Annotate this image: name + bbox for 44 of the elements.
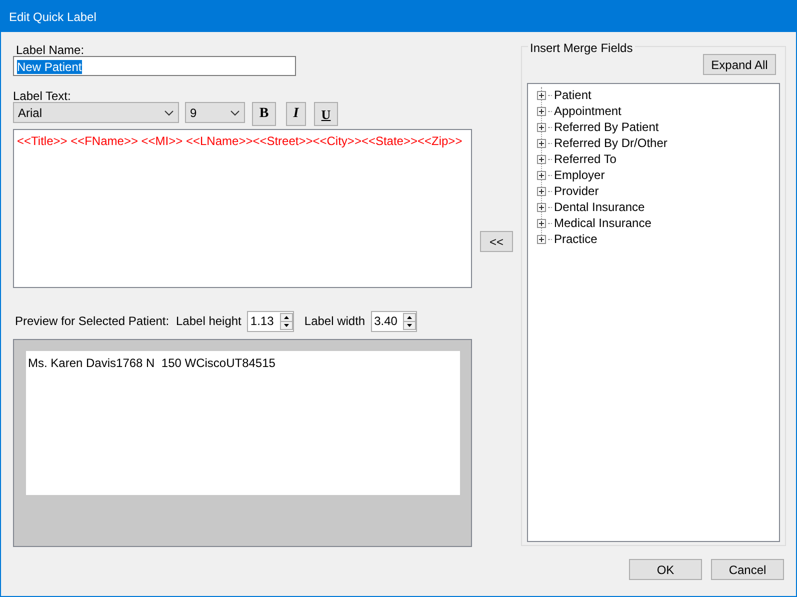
- window-title: Edit Quick Label: [9, 8, 96, 26]
- spin-arrows-icon: [280, 312, 294, 330]
- tree-item[interactable]: Referred By Patient: [554, 118, 659, 136]
- field-label: Label Text:: [13, 88, 72, 102]
- label-text-area[interactable]: <<Title>> <<FName>> <<MI>> <<LName>><<Street>><<City>><<State>><<Zip>>: [13, 129, 472, 288]
- label-name-field[interactable]: New Patient: [13, 56, 296, 76]
- tree-item[interactable]: Medical Insurance: [554, 214, 652, 232]
- caret-icon: [164, 110, 174, 116]
- field-label: Label Name:: [15, 42, 86, 55]
- size-dropdown[interactable]: 9: [185, 102, 245, 123]
- label-preview: Ms. Karen Davis1768 N 150 WCiscoUT84515: [26, 351, 460, 495]
- tree-item[interactable]: Patient: [554, 86, 592, 104]
- width-spinner[interactable]: 3.40: [371, 310, 418, 332]
- preview-label: Preview for Selected Patient:: [15, 313, 170, 330]
- tree-item[interactable]: Employer: [554, 166, 605, 184]
- italic-button[interactable]: I: [286, 102, 306, 126]
- field-label: Label height: [176, 313, 242, 330]
- underline-button[interactable]: U: [314, 102, 338, 126]
- expand-icon[interactable]: [537, 122, 546, 132]
- cancel-button[interactable]: Cancel: [711, 559, 784, 580]
- tree-item[interactable]: Referred To: [554, 150, 616, 168]
- expand-icon[interactable]: [537, 154, 546, 164]
- tree-item[interactable]: Provider: [554, 182, 599, 200]
- caret-icon: [230, 110, 240, 116]
- insert-button[interactable]: <<: [480, 231, 513, 252]
- height-spinner[interactable]: 1.13: [247, 310, 294, 332]
- expand-all-button[interactable]: Expand All: [703, 54, 776, 75]
- tree-item[interactable]: Dental Insurance: [554, 198, 645, 216]
- tree-item[interactable]: Appointment: [554, 102, 622, 120]
- tree-item[interactable]: Referred By Dr/Other: [554, 134, 668, 152]
- expand-icon[interactable]: [537, 170, 546, 180]
- expand-icon[interactable]: [537, 218, 546, 228]
- font-dropdown[interactable]: Arial: [13, 102, 179, 123]
- expand-icon[interactable]: [537, 234, 546, 244]
- spin-arrows-icon: [403, 312, 416, 330]
- tree-item[interactable]: Practice: [554, 230, 598, 248]
- expand-icon[interactable]: [537, 186, 546, 196]
- field-label: Label width: [304, 313, 366, 330]
- expand-icon[interactable]: [537, 202, 546, 212]
- expand-icon[interactable]: [537, 106, 546, 116]
- bold-button[interactable]: B: [252, 102, 276, 126]
- ok-button[interactable]: OK: [629, 559, 702, 580]
- expand-icon[interactable]: [537, 90, 546, 100]
- expand-icon[interactable]: [537, 138, 546, 148]
